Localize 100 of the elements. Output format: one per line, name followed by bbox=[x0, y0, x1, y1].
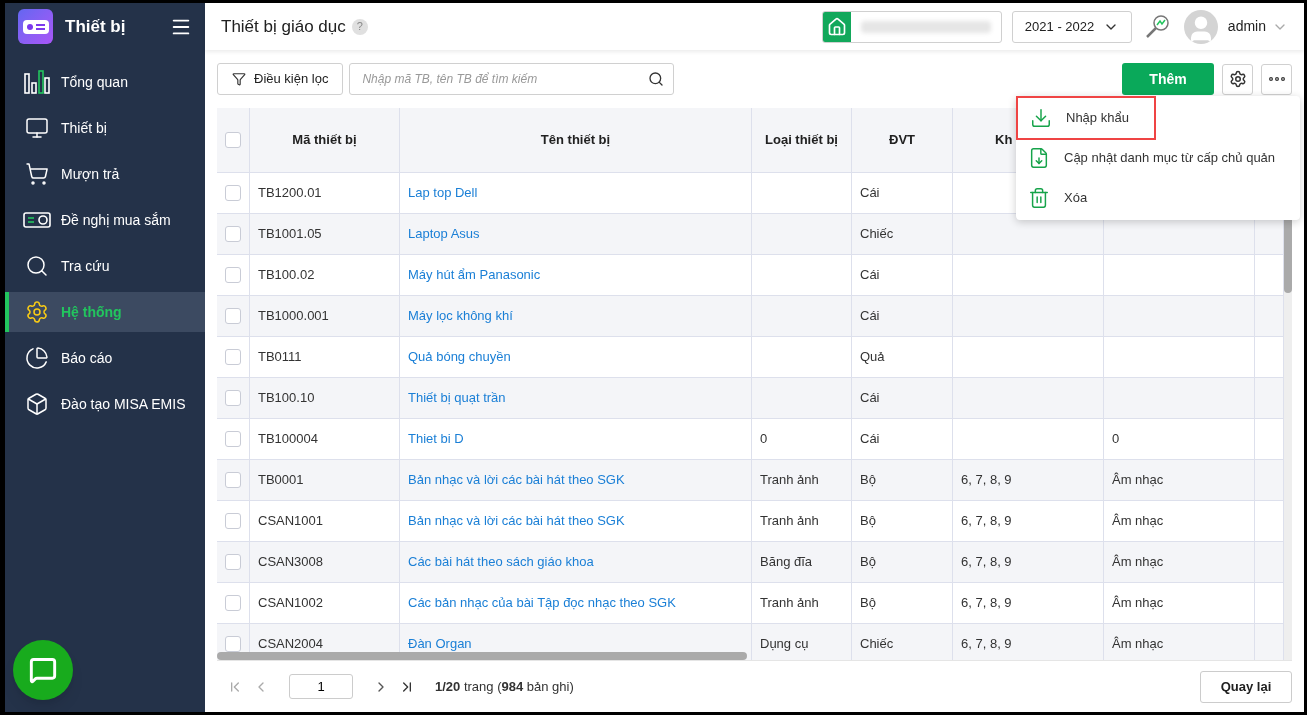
device-link[interactable]: Laptop Asus bbox=[408, 224, 480, 244]
menu-item[interactable]: Xóa bbox=[1016, 178, 1300, 218]
menu-item[interactable]: Nhập khẩu bbox=[1018, 98, 1154, 138]
back-button[interactable]: Quay lại bbox=[1200, 670, 1292, 703]
bar-chart-icon bbox=[24, 70, 50, 94]
sidebar-item[interactable]: Báo cáo bbox=[5, 338, 205, 378]
column-header[interactable]: Loại thiết bị bbox=[765, 130, 838, 150]
table-cell-text: Chiếc bbox=[860, 635, 894, 654]
ellipsis-icon bbox=[1268, 77, 1285, 81]
checkbox[interactable] bbox=[225, 636, 241, 652]
checkbox[interactable] bbox=[225, 390, 241, 406]
device-link[interactable]: Đàn Organ bbox=[408, 634, 472, 654]
table-cell-text: Âm nhạc bbox=[1112, 471, 1164, 490]
table-cell-text: TB0111 bbox=[258, 348, 302, 367]
app-logo-icon bbox=[18, 9, 53, 44]
column-header[interactable]: ĐVT bbox=[889, 130, 915, 150]
home-icon bbox=[826, 16, 847, 37]
file-download-icon bbox=[1028, 147, 1050, 169]
page-summary: 1/20 trang (984 bản ghi) bbox=[435, 677, 574, 696]
device-link[interactable]: Các bài hát theo sách giáo khoa bbox=[408, 552, 594, 572]
column-header[interactable]: Kh bbox=[995, 130, 1013, 150]
search-field[interactable]: Nhập mã TB, tên TB để tìm kiếm bbox=[349, 63, 675, 95]
table-cell-text: Băng đĩa bbox=[760, 553, 813, 572]
table-cell-text: Dụng cụ bbox=[760, 635, 809, 654]
checkbox[interactable] bbox=[225, 226, 241, 242]
table-cell-text: Tranh ảnh bbox=[760, 594, 819, 613]
sidebar-item[interactable]: Tổng quan bbox=[5, 62, 205, 102]
device-link[interactable]: Thiet bi D bbox=[408, 429, 464, 449]
table-cell-text: Chiếc bbox=[860, 225, 894, 244]
user-name[interactable]: admin bbox=[1227, 16, 1266, 37]
checkbox[interactable] bbox=[225, 308, 241, 324]
table-cell-text: 6, 7, 8, 9 bbox=[961, 471, 1012, 490]
table-cell-text: Âm nhạc bbox=[1112, 635, 1164, 654]
cart-icon bbox=[25, 162, 49, 186]
school-field[interactable] bbox=[821, 10, 1002, 43]
sidebar-item[interactable]: Đào tạo MISA EMIS bbox=[5, 384, 205, 424]
sidebar-item[interactable]: Tra cứu bbox=[5, 246, 205, 286]
checkbox[interactable] bbox=[225, 513, 241, 529]
table-cell-text: 6, 7, 8, 9 bbox=[961, 512, 1012, 531]
column-header[interactable]: Tên thiết bị bbox=[540, 130, 611, 150]
table-cell-text: Bộ bbox=[860, 512, 876, 531]
school-year-dropdown[interactable]: 2021 - 2022 bbox=[1011, 10, 1132, 43]
sidebar-item[interactable]: Thiết bị bbox=[5, 108, 205, 148]
device-link[interactable]: Lap top Dell bbox=[408, 183, 478, 203]
page-field[interactable]: 1 bbox=[289, 674, 353, 699]
sidebar-item[interactable]: Hệ thống bbox=[5, 292, 205, 332]
table-cell-text: Âm nhạc bbox=[1112, 553, 1164, 572]
device-link[interactable]: Quả bóng chuyền bbox=[408, 347, 511, 367]
table-cell-text: Cái bbox=[860, 184, 880, 203]
table-cell-text: CSAN1001 bbox=[258, 512, 324, 531]
table-cell-text: Bộ bbox=[860, 553, 876, 572]
filter-icon bbox=[232, 72, 246, 86]
table-cell-text: 6, 7, 8, 9 bbox=[961, 594, 1012, 613]
table-cell-text: Cái bbox=[860, 266, 880, 285]
table-cell-text: Âm nhạc bbox=[1112, 512, 1164, 531]
page-title: Thiết bị giáo dục bbox=[221, 15, 346, 38]
pie-chart-icon bbox=[25, 346, 49, 370]
table-cell-text: Bộ bbox=[860, 594, 876, 613]
search-icon bbox=[648, 71, 665, 87]
chat-icon bbox=[29, 656, 57, 684]
menu-item[interactable]: Cập nhật danh mục từ cấp chủ quản bbox=[1016, 138, 1300, 178]
device-link[interactable]: Bản nhạc và lời các bài hát theo SGK bbox=[408, 511, 625, 531]
table-cell-text: 6, 7, 8, 9 bbox=[961, 635, 1012, 654]
device-link[interactable]: Máy lọc không khí bbox=[408, 306, 513, 326]
checkbox[interactable] bbox=[225, 554, 241, 570]
horizontal-scrollbar[interactable] bbox=[217, 652, 747, 660]
column-header[interactable]: Mã thiết bị bbox=[292, 130, 357, 150]
device-link[interactable]: Thiết bị quạt trần bbox=[408, 388, 506, 408]
table-cell-text: TB0001 bbox=[258, 471, 304, 490]
trash-icon bbox=[1028, 187, 1050, 209]
table-cell-text: Quả bbox=[860, 348, 885, 367]
checkbox[interactable] bbox=[225, 132, 241, 148]
checkbox[interactable] bbox=[225, 431, 241, 447]
checkbox[interactable] bbox=[225, 267, 241, 283]
device-link[interactable]: Bản nhạc và lời các bài hát theo SGK bbox=[408, 470, 625, 490]
table-cell-text: TB100.02 bbox=[258, 266, 315, 285]
table-cell-text: 0 bbox=[760, 430, 768, 449]
table-cell-text: TB100004 bbox=[258, 430, 318, 449]
table-cell-text: TB1000.001 bbox=[258, 307, 329, 326]
checkbox[interactable] bbox=[225, 185, 241, 201]
settings-button[interactable] bbox=[1222, 63, 1253, 95]
checkbox[interactable] bbox=[225, 472, 241, 488]
sidebar-item[interactable]: Đề nghị mua sắm bbox=[5, 200, 205, 240]
chat-button[interactable] bbox=[13, 640, 73, 700]
device-link[interactable]: Máy hút ẩm Panasonic bbox=[408, 265, 541, 285]
filter-button[interactable]: Điều kiện lọc bbox=[217, 63, 344, 95]
app-title: Thiết bị bbox=[65, 15, 127, 38]
checkbox[interactable] bbox=[225, 349, 241, 365]
settings-icon bbox=[25, 300, 49, 324]
table-cell-text: 6, 7, 8, 9 bbox=[961, 553, 1012, 572]
table-cell-text: Bộ bbox=[860, 471, 876, 490]
download-icon bbox=[1030, 107, 1052, 129]
table-cell-text: TB1001.05 bbox=[258, 225, 322, 244]
table-cell-text: CSAN2004 bbox=[258, 635, 324, 654]
search-icon bbox=[25, 254, 49, 278]
avatar[interactable] bbox=[1183, 9, 1218, 44]
sidebar-item[interactable]: Mượn trả bbox=[5, 154, 205, 194]
more-button[interactable] bbox=[1261, 63, 1292, 95]
checkbox[interactable] bbox=[225, 595, 241, 611]
device-link[interactable]: Các bản nhạc của bài Tập đọc nhạc theo SGK bbox=[408, 593, 676, 613]
